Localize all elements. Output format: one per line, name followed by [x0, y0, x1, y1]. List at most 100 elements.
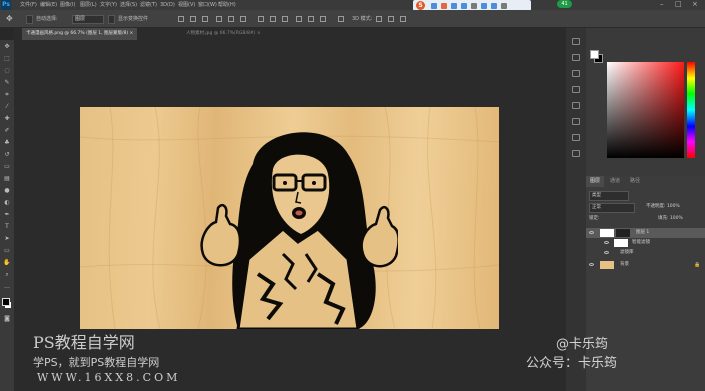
- auto-align-icon[interactable]: [338, 16, 344, 22]
- align-bottom-icon[interactable]: [202, 16, 208, 22]
- eraser-tool-icon[interactable]: ▭: [3, 163, 11, 171]
- distribute-bottom-icon[interactable]: [282, 16, 288, 22]
- align-left-icon[interactable]: [216, 16, 222, 22]
- character-panel-icon[interactable]: [572, 134, 580, 141]
- tab-paths[interactable]: 路径: [626, 176, 644, 187]
- more-tools-icon[interactable]: …: [3, 283, 11, 291]
- menu-image[interactable]: 图像(I): [60, 0, 75, 10]
- record-icon[interactable]: [431, 3, 437, 9]
- properties-panel-icon[interactable]: [572, 54, 580, 61]
- settings-icon[interactable]: [501, 3, 507, 9]
- layer-filter-dropdown[interactable]: 类型: [589, 191, 629, 201]
- crop-tool-icon[interactable]: ⌗: [3, 91, 11, 99]
- tab-channels[interactable]: 通道: [606, 176, 624, 187]
- shape-tool-icon[interactable]: ▭: [3, 247, 11, 255]
- watermark-author-account: 公众号：卡乐筠: [526, 356, 618, 371]
- minimize-icon[interactable]: –: [660, 0, 664, 8]
- move-tool-icon[interactable]: ✥: [3, 43, 11, 51]
- layer-row-filter-gallery[interactable]: 滤镜库: [586, 248, 705, 258]
- opacity-field[interactable]: 不透明度: 100%: [646, 203, 680, 211]
- document-canvas[interactable]: [80, 107, 499, 329]
- menu-select[interactable]: 选择(S): [120, 0, 137, 10]
- paragraph-panel-icon[interactable]: [572, 150, 580, 157]
- gradient-tool-icon[interactable]: ▤: [3, 175, 11, 183]
- menu-type[interactable]: 文字(Y): [100, 0, 117, 10]
- layer-name: 背景: [620, 262, 629, 267]
- zoom-tool-icon[interactable]: ⌕: [3, 271, 11, 279]
- menu-help[interactable]: 帮助(H): [218, 0, 236, 10]
- 3d-roll-icon[interactable]: [388, 16, 394, 22]
- menu-3d[interactable]: 3D(D): [160, 0, 175, 10]
- keyboard-icon[interactable]: [471, 3, 477, 9]
- menu-filter[interactable]: 滤镜(T): [140, 0, 157, 10]
- menu-view[interactable]: 视图(V): [178, 0, 195, 10]
- maximize-icon[interactable]: □: [675, 0, 682, 8]
- 3d-pan-icon[interactable]: [400, 16, 406, 22]
- tab-document-active[interactable]: 卡通漫画风格.png @ 66.7% (图层 1, 图层蒙版/8) ×: [22, 28, 138, 40]
- close-icon[interactable]: ×: [692, 0, 698, 8]
- layer-row-1[interactable]: 图层 1: [586, 228, 705, 238]
- grid-icon[interactable]: [491, 3, 497, 9]
- foreground-swatch[interactable]: [590, 50, 599, 59]
- auto-select-dropdown[interactable]: 图层: [72, 15, 104, 24]
- brush-panel-icon[interactable]: [572, 118, 580, 125]
- clone-stamp-icon[interactable]: ♣: [3, 139, 11, 147]
- path-select-tool-icon[interactable]: ➤: [3, 235, 11, 243]
- brush-tool-icon[interactable]: ✐: [3, 127, 11, 135]
- history-brush-icon[interactable]: ↺: [3, 151, 11, 159]
- align-top-icon[interactable]: [178, 16, 184, 22]
- menu-edit[interactable]: 编辑(E): [40, 0, 57, 10]
- styles-panel-icon[interactable]: [572, 102, 580, 109]
- pen-tool-icon[interactable]: ✒: [3, 211, 11, 219]
- lasso-tool-icon[interactable]: ◌: [3, 67, 11, 75]
- history-panel-icon[interactable]: [572, 38, 580, 45]
- move-tool-icon[interactable]: ✥: [6, 15, 13, 23]
- swatches-panel-icon[interactable]: [572, 86, 580, 93]
- distribute-center-icon[interactable]: [308, 16, 314, 22]
- watermark-site-slogan: 学PS，就到PS教程自学网: [33, 356, 160, 369]
- foreground-color-swatch[interactable]: [2, 298, 10, 306]
- hand-tool-icon[interactable]: ✋: [3, 259, 11, 267]
- distribute-left-icon[interactable]: [296, 16, 302, 22]
- visibility-eye-icon[interactable]: [589, 263, 594, 266]
- camera-icon[interactable]: [461, 3, 467, 9]
- 3d-rotate-icon[interactable]: [376, 16, 382, 22]
- visibility-eye-icon[interactable]: [589, 231, 594, 234]
- visibility-eye-icon[interactable]: [604, 251, 609, 254]
- adjustments-panel-icon[interactable]: [572, 70, 580, 77]
- distribute-top-icon[interactable]: [258, 16, 264, 22]
- layer-row-background[interactable]: 背景 🔒: [586, 260, 705, 270]
- marquee-tool-icon[interactable]: ⬚: [3, 55, 11, 63]
- dodge-tool-icon[interactable]: ◐: [3, 199, 11, 207]
- auto-select-checkbox[interactable]: [26, 15, 33, 24]
- quick-select-tool-icon[interactable]: ✎: [3, 79, 11, 87]
- type-tool-icon[interactable]: T: [3, 223, 11, 231]
- healing-brush-icon[interactable]: ✚: [3, 115, 11, 123]
- quick-mask-icon[interactable]: ◙: [3, 315, 11, 323]
- avatar[interactable]: 41: [557, 0, 572, 8]
- hue-slider[interactable]: [687, 62, 695, 158]
- blend-mode-dropdown[interactable]: 正常: [589, 203, 635, 213]
- align-right-icon[interactable]: [240, 16, 246, 22]
- pen-icon[interactable]: [441, 3, 447, 9]
- menu-file[interactable]: 文件(F): [20, 0, 37, 10]
- blur-tool-icon[interactable]: ●: [3, 187, 11, 195]
- menu-layer[interactable]: 图层(L): [80, 0, 97, 10]
- distribute-right-icon[interactable]: [320, 16, 326, 22]
- microphone-icon[interactable]: [451, 3, 457, 9]
- color-field[interactable]: [607, 62, 684, 158]
- tab-document-inactive[interactable]: 人物素材.jpg @ 66.7%(RGB/8#) ×: [182, 28, 265, 40]
- distribute-middle-icon[interactable]: [270, 16, 276, 22]
- shirt-icon[interactable]: [481, 3, 487, 9]
- tab-layers[interactable]: 图层: [586, 176, 605, 187]
- align-center-icon[interactable]: [228, 16, 234, 22]
- layer-row-smart-filters[interactable]: 智能滤镜: [586, 238, 705, 248]
- visibility-eye-icon[interactable]: [604, 241, 609, 244]
- eyedropper-tool-icon[interactable]: ⁄: [3, 103, 11, 111]
- menu-window[interactable]: 窗口(W): [198, 0, 217, 10]
- align-middle-icon[interactable]: [190, 16, 196, 22]
- options-bar: ✥ 自动选择: 图层 显示变换控件 3D 模式:: [0, 10, 705, 28]
- fill-field[interactable]: 填充: 100%: [658, 215, 683, 223]
- layer-name: 智能滤镜: [632, 240, 650, 245]
- transform-checkbox[interactable]: [108, 15, 115, 24]
